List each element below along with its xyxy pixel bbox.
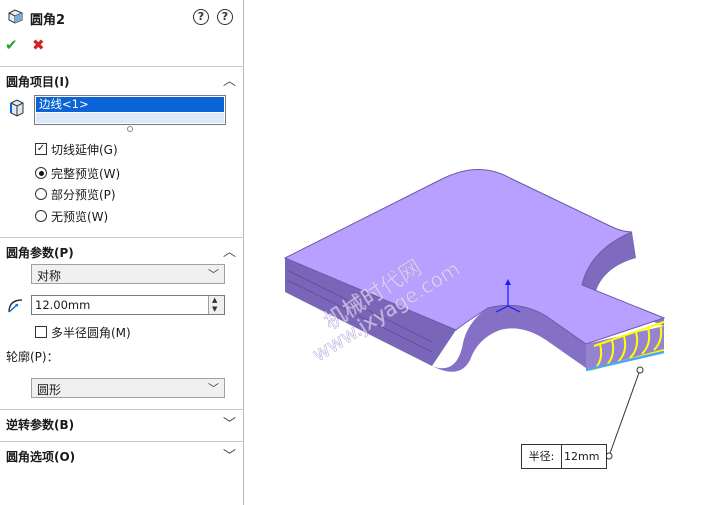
arrow-down-icon[interactable]: ▼: [212, 305, 217, 313]
help-icon[interactable]: ?: [217, 9, 233, 25]
edge-selection-icon: [10, 99, 24, 117]
whats-new-icon[interactable]: ?: [193, 9, 209, 25]
callout-key: 半径:: [522, 445, 562, 468]
chevron-down-icon[interactable]: ﹀: [223, 413, 236, 432]
part-model[interactable]: 机械时代网 www.jxyage.com: [245, 0, 715, 505]
ok-button[interactable]: ✔: [5, 36, 18, 54]
section-label: 圆角项目(I): [6, 75, 70, 89]
section-label: 逆转参数(B): [6, 418, 75, 432]
select-value: 圆形: [37, 383, 62, 397]
tangent-propagation-label: 切线延伸(G): [51, 143, 118, 157]
profile-select[interactable]: 圆形 ﹀: [31, 378, 225, 398]
cancel-button[interactable]: ✖: [32, 36, 45, 54]
resize-handle[interactable]: [127, 126, 133, 132]
edge-selection-list[interactable]: 边线<1>: [34, 95, 226, 125]
full-preview-label: 完整预览(W): [51, 167, 121, 181]
radius-icon: [8, 299, 23, 313]
radius-input[interactable]: 12.00mm ▲ ▼: [31, 295, 225, 315]
section-setback-params[interactable]: 逆转参数(B) ﹀: [0, 409, 244, 435]
fillet-method-select[interactable]: 对称 ﹀: [31, 264, 225, 284]
graphics-viewport[interactable]: 机械时代网 www.jxyage.com 半径: 12mm: [245, 0, 715, 505]
section-label: 圆角选项(O): [6, 450, 76, 464]
partial-preview-label: 部分预览(P): [51, 188, 116, 202]
page-title: 圆角2: [30, 13, 66, 28]
full-preview-radio[interactable]: [35, 167, 47, 179]
section-label: 圆角参数(P): [6, 246, 74, 260]
radius-callout[interactable]: 半径: 12mm: [521, 444, 607, 469]
tangent-propagation-checkbox[interactable]: ✓: [35, 143, 47, 155]
partial-preview-radio[interactable]: [35, 188, 47, 200]
list-item[interactable]: 边线<1>: [36, 97, 224, 112]
no-preview-radio[interactable]: [35, 210, 47, 222]
profile-label: 轮廓(P)：: [6, 350, 59, 364]
section-fillet-options[interactable]: 圆角选项(O) ﹀: [0, 441, 244, 467]
property-manager: 圆角2 ? ? ✔ ✖ 圆角项目(I) ︿ 边线<1> ✓ 切线延伸(G) 完整…: [0, 0, 244, 505]
chevron-up-icon[interactable]: ︿: [223, 241, 236, 260]
section-fillet-params[interactable]: 圆角参数(P) ︿: [0, 237, 244, 263]
chevron-down-icon[interactable]: ﹀: [223, 445, 236, 464]
multi-radius-checkbox[interactable]: [35, 326, 47, 338]
section-fillet-items[interactable]: 圆角项目(I) ︿: [0, 66, 244, 92]
callout-anchor[interactable]: [636, 366, 644, 374]
callout-value[interactable]: 12mm: [564, 445, 599, 468]
radius-stepper[interactable]: ▲ ▼: [208, 296, 224, 314]
multi-radius-label: 多半径圆角(M): [51, 326, 131, 340]
chevron-up-icon[interactable]: ︿: [223, 70, 236, 89]
chevron-down-icon[interactable]: ﹀: [208, 266, 219, 282]
list-empty-row[interactable]: [36, 113, 224, 123]
radius-value[interactable]: 12.00mm: [35, 298, 90, 312]
title-bar: 圆角2 ? ?: [0, 0, 244, 34]
fillet-feature-icon: [8, 9, 23, 24]
chevron-down-icon[interactable]: ﹀: [208, 380, 219, 396]
callout-leader: [608, 369, 641, 457]
no-preview-label: 无预览(W): [51, 210, 109, 224]
select-value: 对称: [37, 269, 62, 283]
arrow-up-icon[interactable]: ▲: [212, 296, 217, 304]
